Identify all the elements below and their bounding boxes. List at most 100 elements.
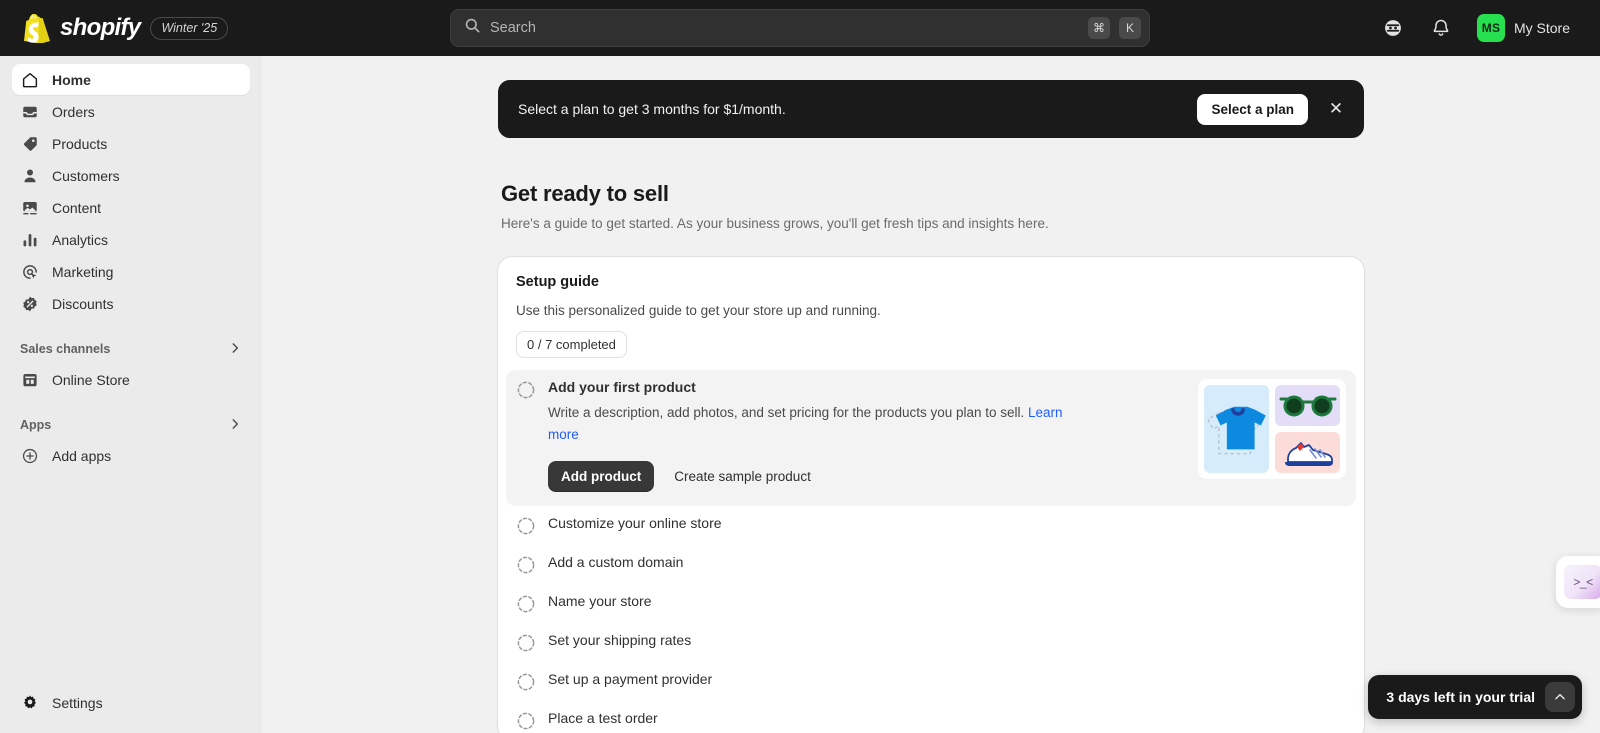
chevron-up-icon[interactable]	[1545, 682, 1575, 712]
chat-assistant-launcher[interactable]: >_<	[1556, 556, 1600, 608]
sidebar-footer: Settings	[12, 687, 250, 733]
task-title: Name your store	[548, 592, 652, 609]
task-incomplete-ring-icon[interactable]	[516, 633, 536, 653]
sidebar-item-label: Customers	[52, 167, 120, 184]
sidebar-item-label: Marketing	[52, 263, 114, 280]
illustration-frame	[1198, 379, 1346, 479]
sidebar-item-analytics[interactable]: Analytics	[12, 224, 250, 255]
task-body: Set up a payment provider	[548, 671, 1346, 687]
task-body: Customize your online store	[548, 515, 1346, 531]
sidebar-item-add-apps[interactable]: Add apps	[12, 440, 250, 471]
sales-channels-section-header[interactable]: Sales channels	[12, 334, 250, 364]
sidebar-item-label: Online Store	[52, 371, 130, 388]
gear-icon	[20, 693, 40, 713]
sidebar-item-online-store[interactable]: Online Store	[12, 364, 250, 395]
top-bar: shopify Winter '25 Search ⌘ K MS My Stor…	[0, 0, 1600, 56]
home-icon	[20, 70, 40, 90]
sidebar-item-settings[interactable]: Settings	[12, 687, 250, 718]
sales-channels-label: Sales channels	[20, 342, 111, 356]
product-tag-icon	[20, 134, 40, 154]
sidebar-item-products[interactable]: Products	[12, 128, 250, 159]
support-bot-icon[interactable]	[1377, 12, 1409, 44]
sidebar-item-label: Settings	[52, 694, 103, 711]
apps-label: Apps	[20, 418, 52, 432]
version-badge: Winter '25	[150, 16, 229, 40]
setup-guide-subtitle: Use this personalized guide to get your …	[516, 303, 881, 318]
sidebar-item-content[interactable]: Content	[12, 192, 250, 223]
bell-icon[interactable]	[1425, 12, 1457, 44]
task-body: Add a custom domain	[548, 554, 1346, 570]
chevron-right-icon	[228, 417, 242, 434]
shortcut-letter-key: K	[1119, 17, 1141, 39]
chevron-right-icon	[228, 341, 242, 358]
setup-task-add-first-product[interactable]: Add your first product Write a descripti…	[506, 370, 1356, 506]
setup-task-add-custom-domain[interactable]: Add a custom domain	[506, 545, 1356, 584]
task-description-text: Write a description, add photos, and set…	[548, 405, 1029, 420]
sidebar-item-discounts[interactable]: Discounts	[12, 288, 250, 319]
search-container: Search ⌘ K	[450, 9, 1150, 47]
task-incomplete-ring-icon[interactable]	[516, 516, 536, 536]
shortcut-modifier-key: ⌘	[1088, 17, 1110, 39]
shopify-wordmark: shopify	[60, 14, 141, 41]
create-sample-product-button[interactable]: Create sample product	[664, 461, 821, 492]
add-product-button[interactable]: Add product	[548, 460, 655, 492]
task-title: Set your shipping rates	[548, 631, 692, 648]
setup-task-set-shipping-rates[interactable]: Set your shipping rates	[506, 623, 1356, 662]
task-incomplete-ring-icon[interactable]	[516, 594, 536, 614]
task-body: Add your first product Write a descripti…	[548, 379, 1172, 492]
store-account-button[interactable]: MS My Store	[1473, 10, 1578, 46]
task-title: Place a test order	[548, 709, 658, 726]
setup-task-set-up-payment-provider[interactable]: Set up a payment provider	[506, 662, 1356, 701]
storefront-icon	[20, 370, 40, 390]
sidebar-item-label: Content	[52, 199, 102, 216]
select-a-plan-button[interactable]: Select a plan	[1197, 93, 1308, 125]
search-icon	[464, 17, 481, 39]
sidebar-item-label: Products	[52, 135, 108, 152]
top-bar-actions: MS My Store	[1377, 10, 1584, 46]
product-illustration	[1198, 379, 1346, 479]
task-incomplete-ring-icon[interactable]	[516, 380, 536, 400]
task-incomplete-ring-icon[interactable]	[516, 555, 536, 575]
setup-guide-title: Setup guide	[516, 274, 599, 290]
setup-task-place-test-order[interactable]: Place a test order	[506, 701, 1356, 733]
sidebar-item-label: Orders	[52, 103, 95, 120]
setup-task-customize-online-store[interactable]: Customize your online store	[506, 506, 1356, 545]
setup-task-name-your-store[interactable]: Name your store	[506, 584, 1356, 623]
main-content: Select a plan to get 3 months for $1/mon…	[262, 56, 1600, 733]
setup-guide-header: Setup guide Use this personalized guide …	[498, 257, 1364, 362]
orders-inbox-icon	[20, 102, 40, 122]
sidebar-item-home[interactable]: Home	[12, 64, 250, 95]
person-icon	[20, 166, 40, 186]
task-title: Add a custom domain	[548, 553, 684, 570]
store-name-label: My Store	[1513, 20, 1570, 36]
apps-section-header[interactable]: Apps	[12, 410, 250, 440]
content-image-icon	[20, 198, 40, 218]
shopify-logo-icon	[24, 13, 50, 44]
task-title: Customize your online store	[548, 514, 722, 531]
sidebar-item-orders[interactable]: Orders	[12, 96, 250, 127]
app-shell: Home Orders Products Customers Content A…	[0, 56, 1600, 733]
chat-face-icon: >_<	[1564, 565, 1600, 599]
search-input[interactable]: Search ⌘ K	[450, 9, 1150, 47]
page-title: Get ready to sell	[501, 181, 669, 206]
tshirt-icon	[1204, 385, 1269, 473]
banner-message: Select a plan to get 3 months for $1/mon…	[518, 101, 786, 117]
task-title: Set up a payment provider	[548, 670, 713, 687]
sidebar-item-customers[interactable]: Customers	[12, 160, 250, 191]
setup-guide-card: Setup guide Use this personalized guide …	[498, 257, 1364, 733]
close-icon[interactable]: ✕	[1322, 95, 1350, 123]
discount-badge-icon	[20, 294, 40, 314]
trial-status-pill[interactable]: 3 days left in your trial	[1368, 675, 1582, 719]
task-description: Write a description, add photos, and set…	[548, 402, 1068, 446]
bar-chart-icon	[20, 230, 40, 250]
task-incomplete-ring-icon[interactable]	[516, 711, 536, 731]
task-actions: Add product Create sample product	[548, 460, 1172, 492]
sidebar: Home Orders Products Customers Content A…	[0, 56, 262, 733]
avatar: MS	[1476, 14, 1505, 42]
plan-promo-banner: Select a plan to get 3 months for $1/mon…	[498, 80, 1364, 138]
sidebar-item-marketing[interactable]: Marketing	[12, 256, 250, 287]
task-incomplete-ring-icon[interactable]	[516, 672, 536, 692]
page-subtitle: Here's a guide to get started. As your b…	[501, 216, 1049, 231]
shopify-brand[interactable]: shopify Winter '25	[16, 13, 229, 44]
search-placeholder: Search	[490, 20, 536, 36]
